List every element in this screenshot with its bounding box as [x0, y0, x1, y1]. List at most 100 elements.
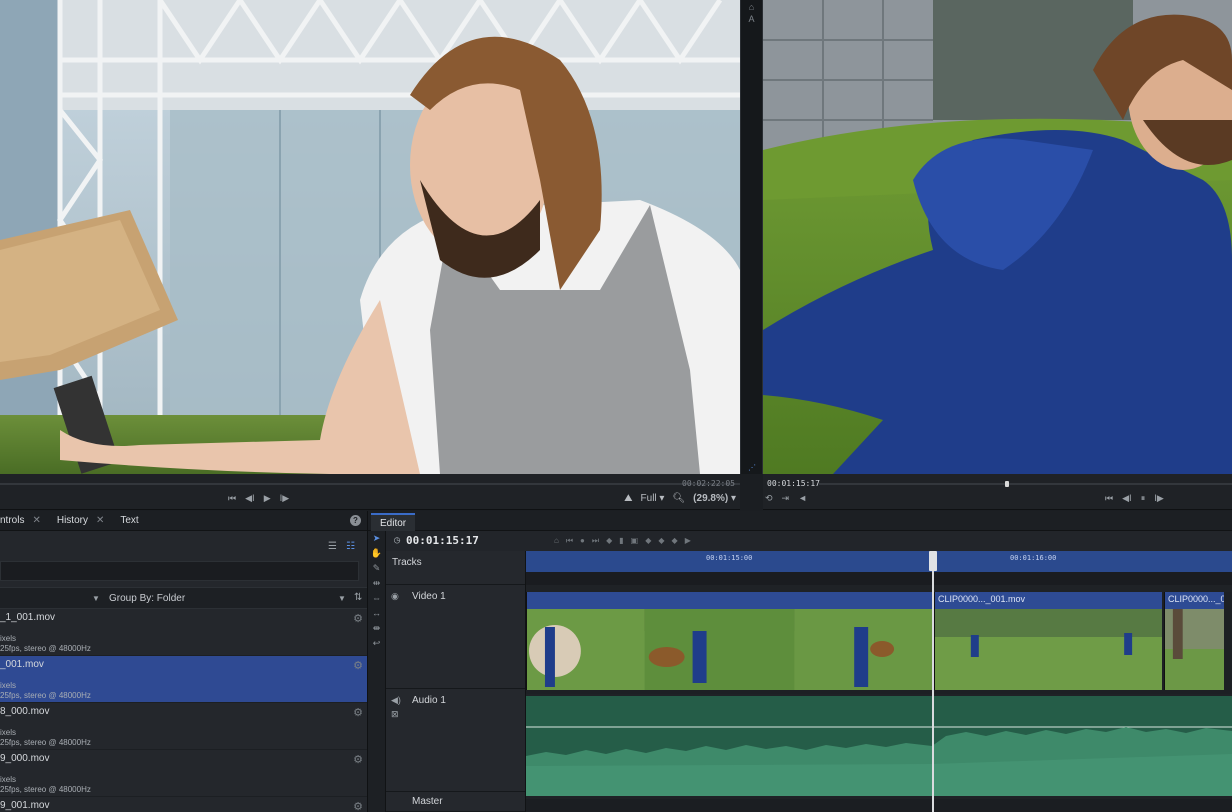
slip-tool-icon[interactable]: ⇹	[368, 576, 385, 591]
go-to-start-icon[interactable]: ⏮	[228, 493, 236, 504]
time-ruler[interactable]: 00:01:15:00 00:01:16:00	[526, 551, 1232, 572]
source-transport: 00:02:22:05 ⏮ ◀Ⅰ ▶ Ⅰ▶ ⛰ Full ▾ 🔍︎ (29.8%…	[0, 474, 740, 510]
timeline-editor: Editor ➤ ✋ ✎ ⇹ ⇔ ↔ ⇼ ↩ ◷ 00:01:15:17 ⌂ ⏮…	[368, 511, 1232, 812]
keyframe-toggle-icon[interactable]: ◆	[672, 536, 678, 546]
group-by-label: Group By: Folder	[109, 593, 186, 604]
tab-text[interactable]: Text	[112, 515, 146, 526]
source-timecode: 00:02:22:05	[682, 479, 735, 488]
waveform-icon[interactable]: ⊠	[391, 709, 399, 720]
prog-step-back-icon[interactable]: ◀Ⅰ	[1122, 493, 1132, 504]
media-list: _1_001.mov ixels 25fps, stereo @ 48000Hz…	[0, 609, 367, 812]
list-item[interactable]: 9_000.mov ixels 25fps, stereo @ 48000Hz …	[0, 750, 367, 797]
play-icon[interactable]: ▶	[264, 493, 271, 504]
step-back-icon[interactable]: ◀Ⅰ	[245, 493, 255, 504]
audio-waveform	[526, 726, 1232, 796]
playhead[interactable]	[929, 551, 937, 812]
rate-tool-icon[interactable]: ↩	[368, 636, 385, 651]
ripple-tool-icon[interactable]: ⇼	[368, 621, 385, 636]
marker-icon[interactable]: ▮	[619, 536, 623, 546]
video-clip[interactable]	[526, 592, 932, 690]
go-next-icon[interactable]: ⏭	[592, 536, 599, 546]
roll-tool-icon[interactable]: ↔	[368, 606, 385, 621]
keyframe-next-icon[interactable]: ◆	[658, 536, 664, 546]
media-panel: ntrols ✕ History ✕ Text ? ☰ ☷ ▼ Group By: …	[0, 511, 368, 812]
detail-view-icon[interactable]: ☷	[346, 541, 355, 552]
clock-icon: ◷	[394, 535, 401, 546]
hand-tool-icon[interactable]: ✋	[368, 546, 385, 561]
gear-icon[interactable]: ⚙	[353, 612, 363, 625]
eye-icon[interactable]: ◉	[391, 591, 399, 602]
source-scrub-bar[interactable]	[0, 483, 740, 485]
audio-track-header[interactable]: ◀) ⊠ Audio 1	[386, 689, 525, 792]
help-icon[interactable]: ?	[350, 515, 361, 526]
video-clip[interactable]: CLIP0000..._001	[1164, 592, 1224, 690]
timeline-track-area[interactable]: 00:01:15:00 00:01:16:00 CLIP0000..._001.…	[526, 551, 1232, 812]
chevron-down-icon[interactable]: ▼	[92, 594, 100, 603]
loop-icon[interactable]: ⟲	[765, 493, 773, 504]
step-forward-icon[interactable]: Ⅰ▶	[280, 493, 290, 504]
tab-editor[interactable]: Editor	[371, 513, 416, 531]
group-by-bar[interactable]: ▼ Group By: Folder ▼ ⇅	[0, 587, 367, 609]
in-out-icon[interactable]: ⇥	[782, 493, 790, 504]
gear-icon[interactable]: ⚙	[353, 659, 363, 672]
audio-track-lane[interactable]	[526, 696, 1232, 796]
program-viewer[interactable]	[763, 0, 1232, 474]
list-view-icon[interactable]: ☰	[328, 541, 337, 552]
razor-tool-icon[interactable]: ✎	[368, 561, 385, 576]
track-headers: Tracks ◉ Video 1 ◀) ⊠ Audio 1 Master	[386, 551, 526, 812]
clip-thumbnails	[1165, 609, 1224, 690]
pause-icon[interactable]: ⏸	[1141, 493, 1146, 504]
quality-dropdown[interactable]: Full ▾	[641, 493, 665, 504]
group-by-dropdown-icon[interactable]: ▼	[338, 594, 346, 603]
tab-controls[interactable]: ntrols ✕	[0, 515, 49, 526]
editor-timecode[interactable]: ◷ 00:01:15:17	[394, 534, 479, 547]
sort-icon[interactable]: ⇅	[354, 592, 362, 603]
go-prev-icon[interactable]: ⏮	[566, 536, 573, 546]
gear-icon[interactable]: ⚙	[353, 706, 363, 719]
list-item[interactable]: 9_001.mov ⚙	[0, 797, 367, 812]
slide-tool-icon[interactable]: ⇔	[368, 591, 385, 606]
keyframe-prev-icon[interactable]: ◆	[645, 536, 651, 546]
video-track-header[interactable]: ◉ Video 1	[386, 585, 525, 689]
master-track-header[interactable]: Master	[386, 792, 525, 812]
program-transport: 00:01:15:17 ⟲ ⇥ ◄ ⏮ ◀Ⅰ ⏸ Ⅰ▶	[763, 474, 1232, 510]
marker-add-icon[interactable]: ▣	[631, 536, 639, 546]
program-frame-image	[763, 0, 1232, 474]
transition-icon[interactable]: ▶	[685, 536, 691, 546]
media-search-input[interactable]	[0, 561, 359, 581]
program-scrub-bar[interactable]	[819, 483, 1232, 485]
clip-thumbnails	[527, 609, 932, 690]
list-item[interactable]: _1_001.mov ixels 25fps, stereo @ 48000Hz…	[0, 609, 367, 656]
viewer-side-icon: ⌂	[748, 2, 755, 12]
prog-step-forward-icon[interactable]: Ⅰ▶	[1154, 493, 1164, 504]
tab-history[interactable]: History ✕	[49, 515, 113, 526]
list-item-selected[interactable]: _001.mov ixels 25fps, stereo @ 48000Hz ⚙	[0, 656, 367, 703]
zoom-icon[interactable]: 🔍︎	[672, 493, 685, 504]
speaker-icon[interactable]: ◀)	[391, 695, 401, 706]
gear-icon[interactable]: ⚙	[353, 800, 363, 812]
tracks-header: Tracks	[386, 551, 525, 585]
media-toolbar: ☰ ☷	[0, 531, 367, 561]
record-icon[interactable]: ●	[580, 536, 585, 546]
video-clip[interactable]: CLIP0000..._001.mov	[934, 592, 1162, 690]
audio-icon[interactable]: ◄	[798, 493, 807, 504]
gear-icon[interactable]: ⚙	[353, 753, 363, 766]
viewer-divider[interactable]: ⌂ A ⋰	[740, 0, 763, 474]
ruler-label: 00:01:16:00	[1010, 554, 1057, 562]
editor-header: ◷ 00:01:15:17 ⌂ ⏮ ● ⏭ ◆ ▮ ▣ ◆ ◆ ◆ ▶	[386, 531, 1232, 551]
timeline-tool-column: ➤ ✋ ✎ ⇹ ⇔ ↔ ⇼ ↩	[368, 531, 386, 812]
close-icon[interactable]: ✕	[96, 515, 104, 526]
source-viewer[interactable]	[0, 0, 740, 474]
resize-handle-icon[interactable]: ⋰	[748, 463, 756, 472]
list-item[interactable]: 8_000.mov ixels 25fps, stereo @ 48000Hz …	[0, 703, 367, 750]
keyframe-icon[interactable]: ◆	[606, 536, 612, 546]
prog-go-to-start-icon[interactable]: ⏮	[1105, 493, 1113, 504]
program-scrub-knob[interactable]	[1005, 481, 1009, 487]
close-icon[interactable]: ✕	[32, 515, 40, 526]
scopes-icon[interactable]: ⛰	[624, 493, 632, 504]
snap-icon[interactable]: ⌂	[554, 536, 559, 546]
zoom-dropdown[interactable]: (29.8%) ▾	[693, 493, 736, 504]
clip-thumbnails	[935, 609, 1162, 690]
select-tool-icon[interactable]: ➤	[368, 531, 385, 546]
ruler-sub-strip	[526, 572, 1232, 585]
